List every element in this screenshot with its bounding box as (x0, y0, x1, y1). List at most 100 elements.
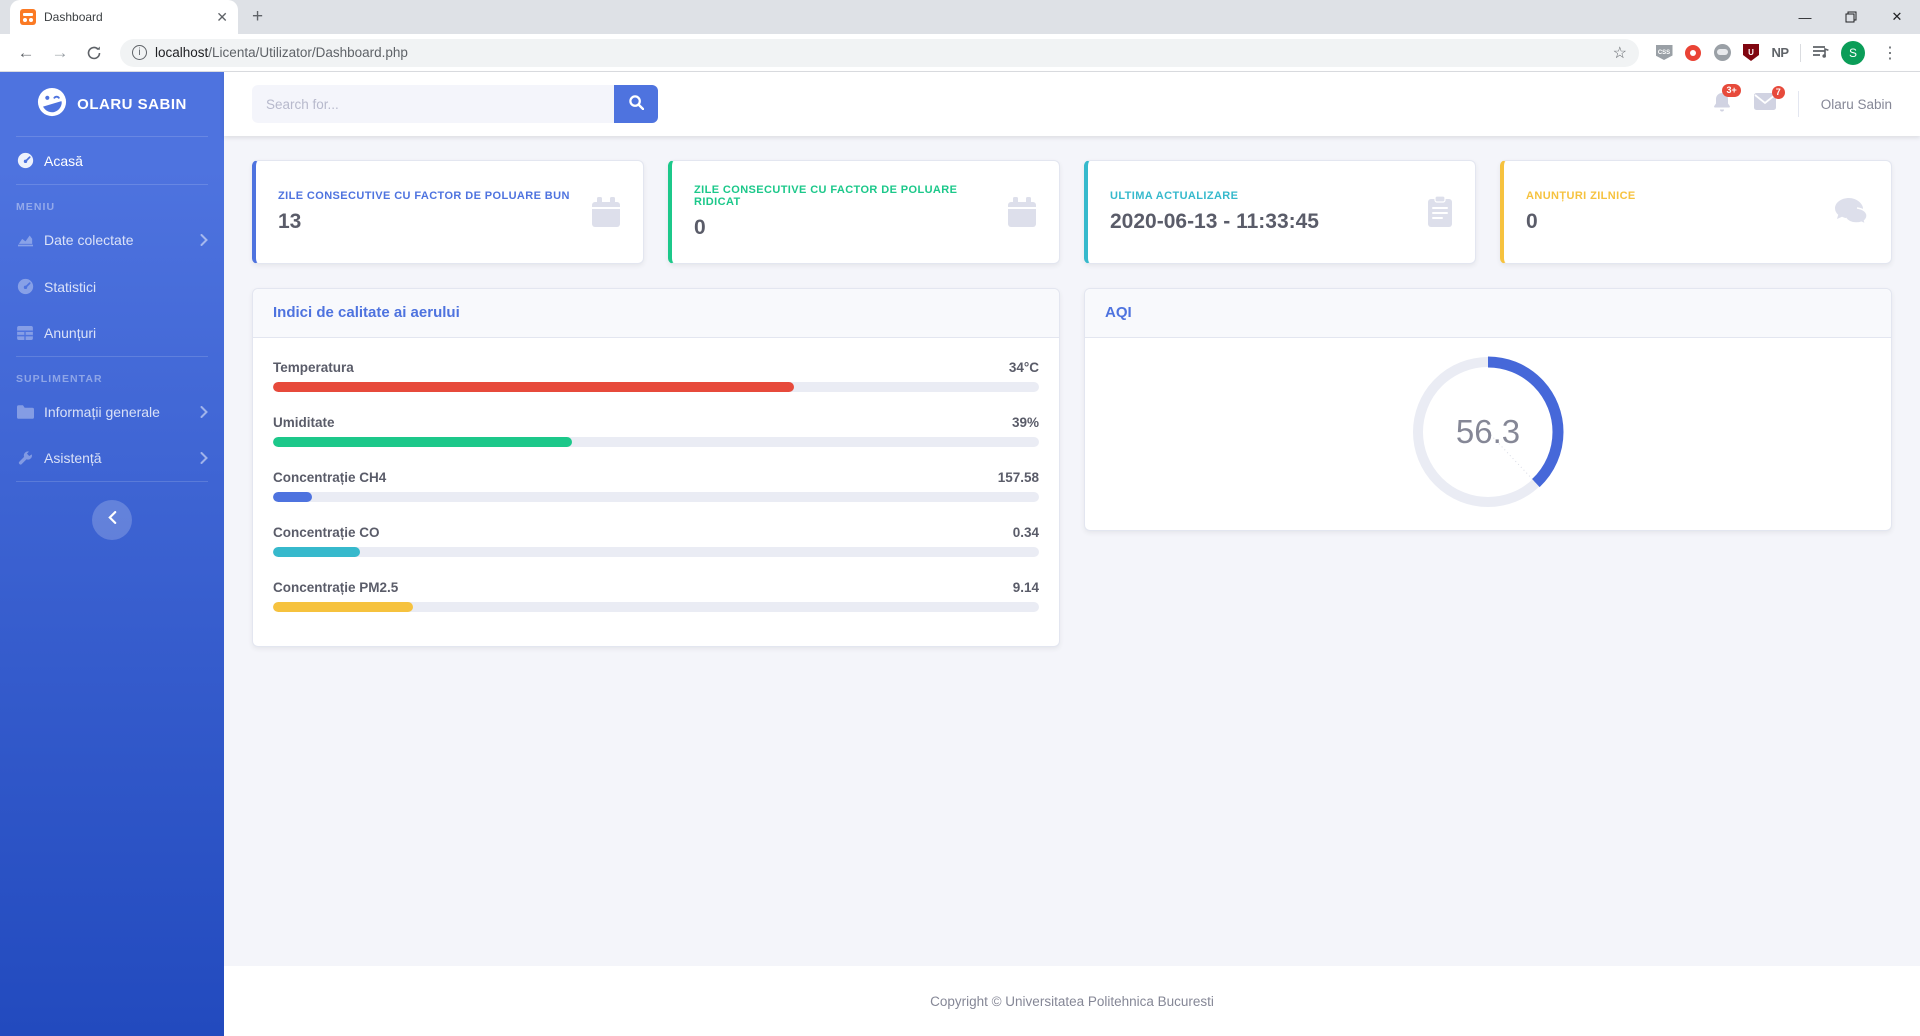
panel-title: AQI (1105, 304, 1132, 321)
metric-temperatura: Temperatura 34°C (273, 360, 1039, 392)
sidebar-item-date-colectate[interactable]: Date colectate (0, 217, 224, 263)
card-value: 0 (694, 216, 1007, 240)
progress-fill (273, 382, 794, 392)
sidebar-item-asistenta[interactable]: Asistență (0, 435, 224, 481)
metric-value: 157.58 (998, 470, 1039, 485)
panel-title: Indici de calitate ai aerului (273, 304, 460, 321)
sidebar-item-anunturi[interactable]: Anunțuri (0, 310, 224, 356)
new-tab-button[interactable]: + (252, 6, 263, 28)
search-input[interactable] (252, 85, 614, 123)
user-name[interactable]: Olaru Sabin (1821, 97, 1892, 112)
window-minimize-button[interactable]: — (1782, 0, 1828, 34)
card-title: ZILE CONSECUTIVE CU FACTOR DE POLUARE BU… (278, 190, 570, 202)
aqi-panel-header: AQI (1085, 289, 1891, 338)
card-ultima-actualizare: ULTIMA ACTUALIZARE 2020-06-13 - 11:33:45 (1084, 160, 1476, 264)
progress-bar (273, 602, 1039, 612)
calendar-icon (1007, 196, 1037, 228)
search-icon (629, 95, 644, 113)
chart-area-icon (16, 233, 34, 248)
sidebar-divider (16, 481, 208, 482)
air-quality-panel: Indici de calitate ai aerului Temperatur… (252, 288, 1060, 647)
refresh-icon[interactable] (80, 39, 108, 67)
sidebar-item-statistici[interactable]: Statistici (0, 263, 224, 310)
card-anunturi-zilnice: ANUNȚURI ZILNICE 0 (1500, 160, 1892, 264)
css-extension-icon[interactable]: CSS (1655, 44, 1673, 62)
card-value: 0 (1526, 210, 1636, 234)
footer: Copyright © Universitatea Politehnica Bu… (224, 966, 1920, 1036)
media-playlist-icon[interactable] (1812, 44, 1830, 62)
card-title: ULTIMA ACTUALIZARE (1110, 190, 1319, 202)
window-close-button[interactable]: ✕ (1874, 0, 1920, 34)
search-button[interactable] (614, 85, 658, 123)
progress-fill (273, 492, 312, 502)
calendar-icon (591, 196, 621, 228)
chevron-right-icon (200, 234, 208, 246)
notifications-badge: 3+ (1722, 84, 1740, 97)
bookmark-star-icon[interactable]: ☆ (1613, 43, 1627, 63)
progress-bar (273, 382, 1039, 392)
messages-badge: 7 (1772, 86, 1785, 99)
aqi-panel: AQI 56.3 (1084, 288, 1892, 531)
chevron-right-icon (200, 452, 208, 464)
metric-label: Concentrație CO (273, 525, 380, 540)
metric-co: Concentrație CO 0.34 (273, 525, 1039, 557)
ublock-shield-extension-icon[interactable]: U (1742, 44, 1760, 62)
back-icon[interactable]: ← (12, 39, 40, 67)
profile-avatar[interactable]: S (1841, 41, 1865, 65)
wrench-icon (16, 450, 34, 466)
metric-label: Concentrație PM2.5 (273, 580, 398, 595)
xampp-favicon (20, 9, 36, 25)
sidebar-item-acasa[interactable]: Acasă (0, 137, 224, 184)
card-value: 2020-06-13 - 11:33:45 (1110, 210, 1319, 234)
chevron-right-icon (200, 406, 208, 418)
progress-bar (273, 437, 1039, 447)
sidebar: OLARU SABIN Acasă MENIU Date colectate S… (0, 72, 224, 1036)
progress-fill (273, 547, 360, 557)
laugh-wink-icon (37, 87, 67, 122)
notifications-bell[interactable]: 3+ (1712, 91, 1732, 118)
metric-label: Concentrație CH4 (273, 470, 386, 485)
messages-envelope[interactable]: 7 (1754, 93, 1776, 115)
page-info-icon[interactable]: i (132, 45, 147, 60)
sidebar-heading-menu: MENIU (0, 185, 224, 217)
topbar-divider (1798, 91, 1799, 117)
brand[interactable]: OLARU SABIN (0, 72, 224, 136)
browser-toolbar: ← → i localhost/Licenta/Utilizator/Dashb… (0, 34, 1920, 72)
camera-extension-icon[interactable] (1713, 44, 1731, 62)
table-icon (16, 326, 34, 340)
metric-ch4: Concentrație CH4 157.58 (273, 470, 1039, 502)
card-title: ANUNȚURI ZILNICE (1526, 190, 1636, 202)
sidebar-item-informatii-generale[interactable]: Informații generale (0, 389, 224, 435)
aqi-gauge: 56.3 (1408, 352, 1568, 512)
metric-label: Temperatura (273, 360, 354, 375)
air-quality-panel-header: Indici de calitate ai aerului (253, 289, 1059, 338)
window-restore-button[interactable] (1828, 0, 1874, 34)
aqi-value: 56.3 (1408, 352, 1568, 512)
folder-icon (16, 405, 34, 419)
search-form (252, 85, 658, 123)
metric-value: 9.14 (1013, 580, 1039, 595)
browser-menu-icon[interactable]: ⋮ (1876, 43, 1904, 63)
copyright-text: Copyright © Universitatea Politehnica Bu… (930, 994, 1214, 1009)
tab-title: Dashboard (44, 10, 208, 24)
sidebar-collapse-button[interactable] (92, 500, 132, 540)
comments-icon (1835, 198, 1869, 226)
toolbar-divider (1800, 44, 1801, 62)
tab-close-icon[interactable]: ✕ (216, 9, 228, 26)
url-bar[interactable]: i localhost/Licenta/Utilizator/Dashboard… (120, 39, 1639, 67)
metric-value: 0.34 (1013, 525, 1039, 540)
card-value: 13 (278, 210, 570, 234)
clipboard-icon (1427, 196, 1453, 228)
metric-label: Umiditate (273, 415, 335, 430)
chevron-left-icon (108, 511, 117, 529)
card-zile-poluare-bun: ZILE CONSECUTIVE CU FACTOR DE POLUARE BU… (252, 160, 644, 264)
url-text[interactable]: localhost/Licenta/Utilizator/Dashboard.p… (155, 45, 1605, 60)
browser-tab[interactable]: Dashboard ✕ (10, 0, 238, 34)
metric-umiditate: Umiditate 39% (273, 415, 1039, 447)
red-dot-extension-icon[interactable] (1684, 44, 1702, 62)
noscript-extension-icon[interactable]: NP (1771, 44, 1789, 62)
sidebar-heading-suplimentar: SUPLIMENTAR (0, 357, 224, 389)
forward-icon[interactable]: → (46, 39, 74, 67)
metric-pm25: Concentrație PM2.5 9.14 (273, 580, 1039, 612)
topbar: 3+ 7 Olaru Sabin (224, 72, 1920, 136)
